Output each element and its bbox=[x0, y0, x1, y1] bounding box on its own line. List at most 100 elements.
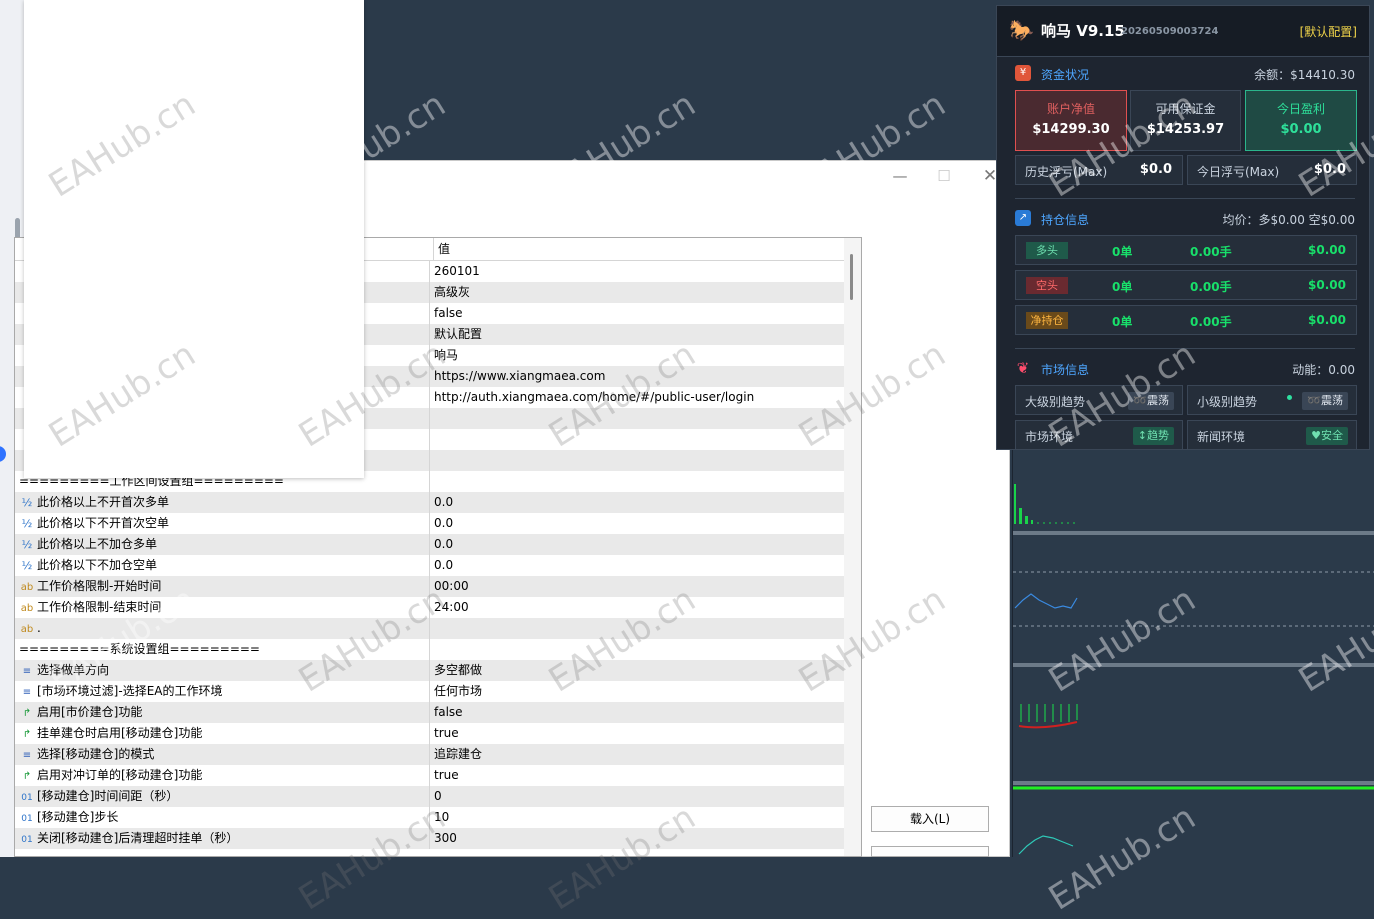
load-button[interactable]: 载入(L) bbox=[871, 806, 989, 832]
string-icon: ab bbox=[20, 582, 34, 593]
parameter-value[interactable] bbox=[429, 639, 434, 660]
parameter-value[interactable]: https://www.xiangmaea.com bbox=[429, 366, 605, 387]
indicator-subcharts bbox=[1013, 484, 1374, 855]
parameter-value[interactable] bbox=[429, 408, 434, 429]
parameter-value[interactable]: 300 bbox=[429, 828, 457, 849]
parameter-value[interactable]: 0 bbox=[429, 786, 442, 807]
section-divider bbox=[1015, 198, 1355, 199]
parameter-row[interactable]: ½ 此价格以下不加仓空单 0.0 bbox=[15, 555, 844, 576]
small-trend-row: 小级别趋势 ➿震荡 bbox=[1187, 385, 1357, 415]
maximize-icon[interactable]: ☐ bbox=[933, 166, 955, 186]
parameter-value[interactable]: true bbox=[429, 723, 459, 744]
long-lots: 0.00手 bbox=[1190, 245, 1232, 259]
parameter-value[interactable]: 任何市场 bbox=[429, 681, 482, 702]
parameter-value[interactable]: true bbox=[429, 765, 459, 786]
parameter-row[interactable]: 01 关闭[移动建仓]后清理超时挂单（秒） 300 bbox=[15, 828, 844, 849]
parameter-name-text: 挂单建仓时启用[移动建仓]功能 bbox=[37, 726, 203, 740]
parameter-value[interactable]: 0.0 bbox=[429, 513, 453, 534]
parameter-name-text: 启用[市价建仓]功能 bbox=[37, 705, 143, 719]
parameter-row[interactable]: ≡ 选择做单方向 多空都做 bbox=[15, 660, 844, 681]
parameter-value[interactable] bbox=[429, 618, 434, 639]
ea-info-panel: 🐎 响马 V9.15 20260509003724 [默认配置] ¥ 资金状况 … bbox=[996, 5, 1370, 450]
today-profit-label: 今日盈利 bbox=[1276, 102, 1325, 116]
config-link[interactable]: [默认配置] bbox=[1300, 23, 1357, 40]
parameter-value[interactable]: 260101 bbox=[429, 261, 480, 282]
parameter-row[interactable]: 01 [移动建仓]时间间距（秒） 0 bbox=[15, 786, 844, 807]
long-tag: 多头 bbox=[1026, 242, 1068, 259]
parameter-name: ½ 此价格以下不加仓空单 bbox=[19, 555, 429, 576]
parameter-value[interactable]: 10 bbox=[429, 807, 449, 828]
margin-value: $14253.97 bbox=[1146, 122, 1225, 137]
parameter-value[interactable] bbox=[429, 429, 434, 450]
parameter-value[interactable]: http://auth.xiangmaea.com/home/#/public-… bbox=[429, 387, 754, 408]
leaf-icon: ❦ bbox=[1016, 359, 1030, 377]
small-trend-label: 小级别趋势 bbox=[1197, 395, 1258, 409]
parameter-row[interactable]: ↱ 启用对冲订单的[移动建仓]功能 true bbox=[15, 765, 844, 786]
small-trend-badge: ➿震荡 bbox=[1302, 392, 1348, 410]
momentum-text: 动能：0.00 bbox=[1292, 363, 1355, 377]
parameter-value[interactable]: false bbox=[429, 702, 463, 723]
news-env-label: 新闻环境 bbox=[1197, 430, 1246, 444]
parameter-name: ↱ 启用对冲订单的[移动建仓]功能 bbox=[19, 765, 429, 786]
parameter-name-text: 启用对冲订单的[移动建仓]功能 bbox=[37, 768, 203, 782]
teal-indicator-line bbox=[1018, 835, 1074, 855]
save-button-partial[interactable] bbox=[871, 846, 989, 857]
short-lots: 0.00手 bbox=[1190, 280, 1232, 294]
parameter-value[interactable]: 0.0 bbox=[429, 492, 453, 513]
parameter-row[interactable]: ab 工作价格限制-结束时间 24:00 bbox=[15, 597, 844, 618]
big-trend-row: 大级别趋势 ➿震荡 bbox=[1015, 385, 1183, 415]
net-lots: 0.00手 bbox=[1190, 315, 1232, 329]
fraction-icon: ½ bbox=[21, 538, 33, 551]
dialog-titlebar[interactable]: — ☐ ✕ bbox=[341, 161, 1009, 191]
parameter-name-text: [移动建仓]步长 bbox=[37, 810, 119, 824]
net-position-row: 净持仓 0单 0.00手 $0.00 bbox=[1015, 305, 1357, 335]
parameter-value[interactable]: 高级灰 bbox=[429, 282, 470, 303]
funds-title: 资金状况 bbox=[1041, 68, 1090, 82]
parameter-row[interactable]: ↱ 挂单建仓时启用[移动建仓]功能 true bbox=[15, 723, 844, 744]
horse-logo-icon: 🐎 bbox=[1009, 18, 1034, 42]
parameter-value[interactable]: 0.0 bbox=[429, 555, 453, 576]
short-pnl: $0.00 bbox=[1308, 278, 1346, 292]
value-column-header[interactable]: 值 bbox=[433, 238, 450, 260]
grid-scrollbar[interactable] bbox=[844, 238, 861, 856]
short-count: 0单 bbox=[1112, 280, 1133, 294]
parameter-value[interactable]: 多空都做 bbox=[429, 660, 482, 681]
net-tag: 净持仓 bbox=[1026, 312, 1068, 329]
minimize-icon[interactable]: — bbox=[889, 166, 911, 186]
parameter-row[interactable]: =========系统设置组========= bbox=[15, 639, 844, 660]
chart-area[interactable] bbox=[1012, 450, 1374, 857]
blank-popup-panel bbox=[24, 0, 364, 478]
parameter-name-text: 选择[移动建仓]的模式 bbox=[37, 747, 155, 761]
parameter-value[interactable]: 响马 bbox=[429, 345, 458, 366]
parameter-value[interactable]: 0.0 bbox=[429, 534, 453, 555]
parameter-row[interactable]: ½ 此价格以上不加仓多单 0.0 bbox=[15, 534, 844, 555]
section-divider bbox=[1015, 348, 1355, 349]
parameter-name: 01 [移动建仓]时间间距（秒） bbox=[19, 786, 429, 807]
parameter-row[interactable]: 01 [移动建仓]步长 10 bbox=[15, 807, 844, 828]
chart-trend-icon: ↗ bbox=[1015, 210, 1031, 226]
parameter-name: ↱ 启用[市价建仓]功能 bbox=[19, 702, 429, 723]
balance-text: 余额：$14410.30 bbox=[1254, 68, 1355, 82]
parameter-value[interactable]: 00:00 bbox=[429, 576, 469, 597]
parameter-value[interactable]: 追踪建仓 bbox=[429, 744, 482, 765]
parameter-value[interactable] bbox=[429, 471, 434, 492]
parameter-name-text: 工作价格限制-开始时间 bbox=[37, 579, 162, 593]
net-pnl: $0.00 bbox=[1308, 313, 1346, 327]
grid-scrollbar-thumb[interactable] bbox=[850, 254, 853, 300]
short-position-row: 空头 0单 0.00手 $0.00 bbox=[1015, 270, 1357, 300]
enum-icon: ≡ bbox=[22, 750, 32, 761]
parameter-value[interactable]: 24:00 bbox=[429, 597, 469, 618]
parameter-name: 01 [移动建仓]步长 bbox=[19, 807, 429, 828]
parameter-row[interactable]: ab. bbox=[15, 618, 844, 639]
parameter-row[interactable]: ≡ 选择[移动建仓]的模式 追踪建仓 bbox=[15, 744, 844, 765]
parameter-row[interactable]: ½ 此价格以下不开首次空单 0.0 bbox=[15, 513, 844, 534]
parameter-row[interactable]: ≡ [市场环境过滤]-选择EA的工作环境 任何市场 bbox=[15, 681, 844, 702]
parameter-row[interactable]: ½ 此价格以上不开首次多单 0.0 bbox=[15, 492, 844, 513]
blue-indicator-line bbox=[1014, 593, 1078, 609]
parameter-row[interactable]: ab 工作价格限制-开始时间 00:00 bbox=[15, 576, 844, 597]
parameter-name-text: [移动建仓]时间间距（秒） bbox=[37, 789, 179, 803]
parameter-value[interactable]: 默认配置 bbox=[429, 324, 482, 345]
parameter-row[interactable]: ↱ 启用[市价建仓]功能 false bbox=[15, 702, 844, 723]
parameter-value[interactable]: false bbox=[429, 303, 463, 324]
parameter-value[interactable] bbox=[429, 450, 434, 471]
